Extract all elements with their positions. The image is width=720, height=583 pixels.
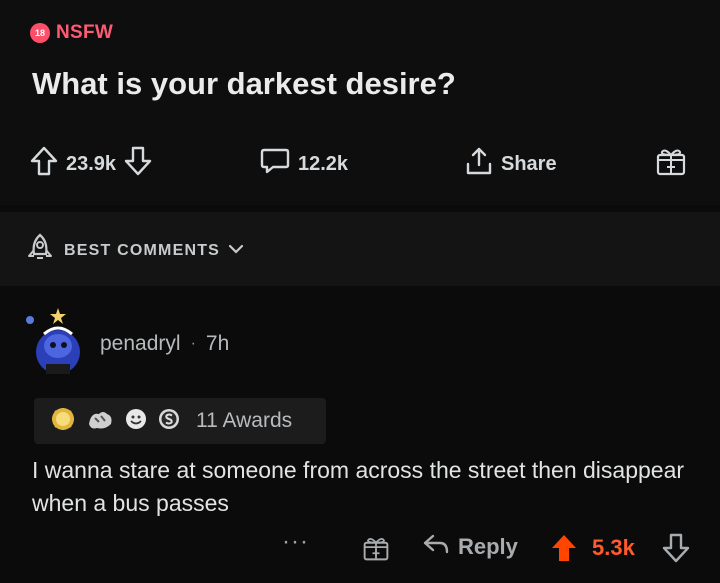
downvote-icon[interactable] — [124, 146, 152, 182]
comment-age: 7h — [205, 332, 230, 355]
author-name[interactable]: penadryl — [100, 332, 181, 356]
share-button[interactable]: Share — [465, 146, 557, 182]
reply-button[interactable]: Reply — [422, 533, 518, 561]
upvote-icon[interactable] — [30, 146, 58, 182]
hands-award-icon — [85, 406, 115, 437]
nsfw-tag: 18 NSFW — [30, 22, 113, 44]
share-label: Share — [501, 152, 557, 175]
award-post-button[interactable] — [655, 145, 687, 183]
nsfw-18-icon: 18 — [30, 23, 50, 43]
downvote-icon[interactable] — [662, 533, 690, 568]
comment-count: 12.2k — [298, 152, 349, 175]
rocket-icon — [24, 232, 56, 269]
comments-button[interactable]: 12.2k — [260, 147, 348, 181]
silver-award-icon — [157, 407, 181, 436]
avatar[interactable] — [22, 304, 86, 374]
reply-arrow-icon — [422, 533, 450, 561]
comment-sort-bar: BEST COMMENTS — [0, 212, 720, 286]
post-card: 18 NSFW What is your darkest desire? 23.… — [0, 0, 720, 205]
awards-count: 11 Awards — [196, 409, 293, 432]
gold-award-icon — [50, 406, 76, 437]
comment-body: I wanna stare at someone from across the… — [32, 457, 685, 516]
wholesome-award-icon — [124, 407, 148, 436]
comment-bubble-icon — [260, 147, 290, 181]
meta-separator: · — [190, 335, 196, 352]
gift-icon[interactable] — [362, 534, 390, 567]
more-options-button[interactable]: ··· — [282, 528, 309, 556]
awards-bar[interactable]: 11 Awards — [34, 398, 326, 444]
reply-label: Reply — [458, 534, 518, 559]
sort-label: BEST COMMENTS — [64, 241, 221, 259]
share-icon — [465, 146, 493, 182]
sort-dropdown[interactable]: BEST COMMENTS — [24, 232, 244, 269]
post-upvote-count: 23.9k — [66, 152, 117, 175]
gift-icon — [655, 145, 687, 183]
upvote-icon[interactable] — [550, 533, 578, 568]
nsfw-label: NSFW — [56, 22, 114, 43]
comment-score: 5.3k — [592, 535, 635, 560]
comment: penadryl · 7h 11 Awards I wanna stare at… — [0, 290, 720, 583]
post-actions: 23.9k 12.2k Share — [30, 142, 700, 186]
post-vote-group: 23.9k — [30, 146, 152, 182]
post-title: What is your darkest desire? — [32, 66, 456, 101]
chevron-down-icon — [228, 242, 244, 260]
comment-meta: penadryl · 7h — [100, 332, 229, 356]
